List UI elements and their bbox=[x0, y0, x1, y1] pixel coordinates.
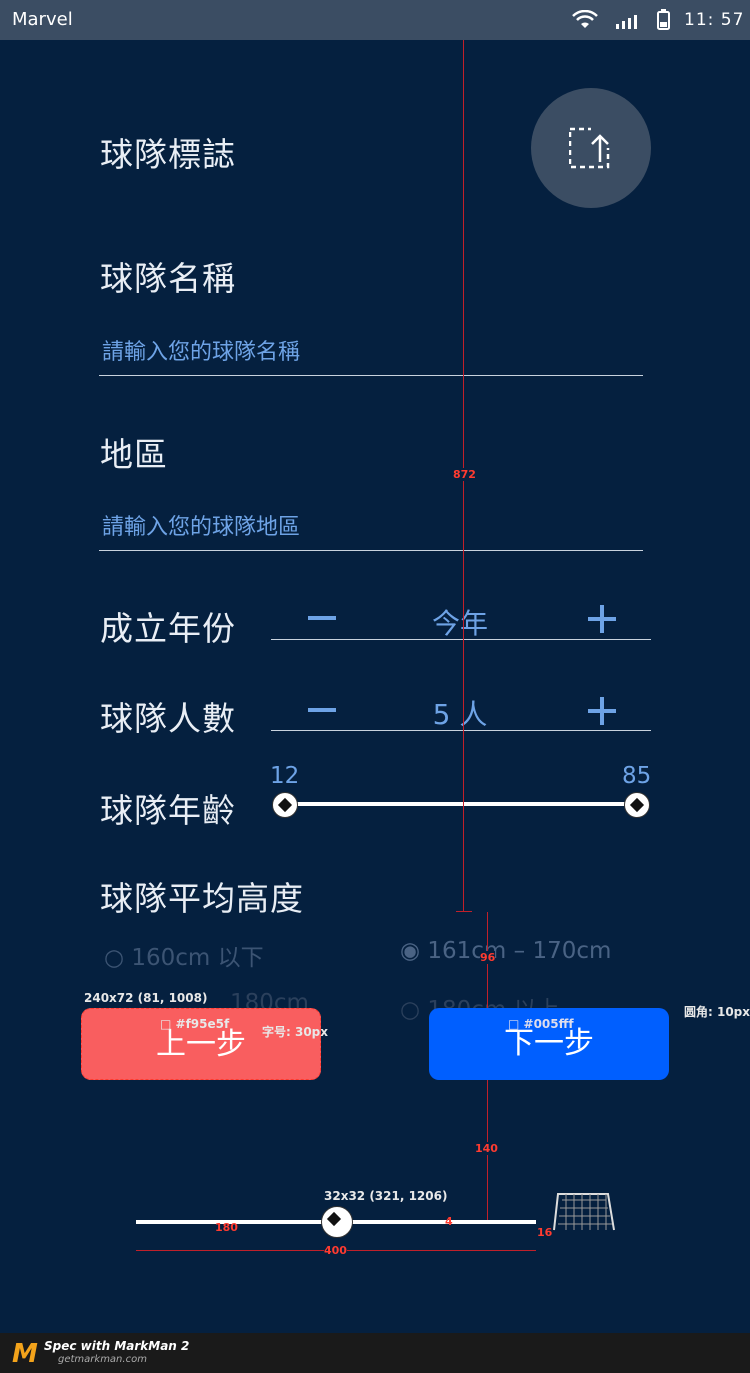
age-min-handle[interactable] bbox=[272, 792, 298, 818]
guide-label-96: 96 bbox=[480, 951, 496, 964]
guide-label-872: 872 bbox=[453, 468, 476, 481]
radio-unchecked-icon: ○ bbox=[400, 997, 428, 1023]
members-label: 球隊人數 bbox=[100, 699, 236, 738]
dist-400-annotation: 400 bbox=[324, 1244, 347, 1257]
dist-4-annotation: 4 bbox=[445, 1215, 453, 1228]
founded-year-value: 今年 bbox=[431, 607, 488, 640]
age-max-value: 85 bbox=[622, 763, 652, 789]
markman-url: getmarkman.com bbox=[58, 1354, 147, 1365]
radio-checked-icon: ◉ bbox=[400, 938, 428, 964]
founded-year-label: 成立年份 bbox=[100, 609, 236, 648]
ball-size-annotation: 32x32 (321, 1206) bbox=[324, 1189, 448, 1203]
members-minus-button[interactable] bbox=[308, 708, 336, 712]
wifi-icon bbox=[572, 10, 598, 28]
members-underline bbox=[271, 730, 651, 731]
radio-unchecked-icon: ○ bbox=[104, 945, 132, 971]
members-plus-button[interactable] bbox=[588, 697, 616, 725]
radius-annotation: 圆角: 10px bbox=[684, 1005, 750, 1019]
height-option-2[interactable]: ◉ 161cm – 170cm bbox=[400, 938, 611, 964]
age-max-handle[interactable] bbox=[624, 792, 650, 818]
prev-size-annotation: 240x72 (81, 1008) bbox=[84, 991, 208, 1005]
dist-16-annotation: 16 bbox=[537, 1226, 553, 1239]
upload-icon bbox=[569, 126, 613, 169]
avg-height-label: 球隊平均高度 bbox=[100, 879, 304, 918]
founded-year-minus-button[interactable] bbox=[308, 616, 336, 620]
signal-icon bbox=[616, 15, 637, 29]
progress-ball-icon bbox=[321, 1206, 353, 1238]
markman-footer: M Spec with MarkMan 2 getmarkman.com bbox=[0, 1333, 750, 1373]
height-option-1[interactable]: ○ 160cm 以下 bbox=[104, 938, 264, 972]
team-name-underline bbox=[99, 375, 643, 376]
app-name: Marvel bbox=[12, 9, 73, 30]
next-color-annotation: □ #005fff bbox=[508, 1017, 574, 1031]
clock: 11: 57 bbox=[684, 10, 745, 30]
markman-brand: Spec with MarkMan 2 bbox=[44, 1339, 190, 1353]
guide-tick bbox=[456, 911, 472, 912]
upload-logo-button[interactable] bbox=[531, 88, 651, 208]
founded-year-underline bbox=[271, 639, 651, 640]
members-value: 5 人 bbox=[432, 698, 488, 731]
markman-logo-icon: M bbox=[12, 1339, 38, 1369]
founded-year-plus-button[interactable] bbox=[588, 605, 616, 633]
guide-label-140: 140 bbox=[475, 1142, 498, 1155]
team-name-label: 球隊名稱 bbox=[100, 259, 236, 298]
region-underline bbox=[99, 550, 643, 551]
dist-180-annotation: 180 bbox=[215, 1221, 238, 1234]
team-name-input[interactable]: 請輸入您的球隊名稱 bbox=[102, 334, 642, 366]
prev-color-annotation: □ #f95e5f bbox=[160, 1017, 230, 1031]
logo-label: 球隊標誌 bbox=[100, 135, 236, 174]
region-label: 地區 bbox=[100, 435, 168, 474]
goal-icon bbox=[553, 1193, 615, 1231]
region-input[interactable]: 請輸入您的球隊地區 bbox=[102, 509, 642, 541]
battery-icon bbox=[657, 9, 670, 30]
font-size-annotation: 字号: 30px bbox=[262, 1025, 329, 1039]
age-label: 球隊年齡 bbox=[100, 791, 236, 830]
status-bar: Marvel 11: 57 bbox=[0, 0, 750, 40]
age-slider-track[interactable] bbox=[285, 802, 637, 806]
age-min-value: 12 bbox=[270, 763, 300, 789]
